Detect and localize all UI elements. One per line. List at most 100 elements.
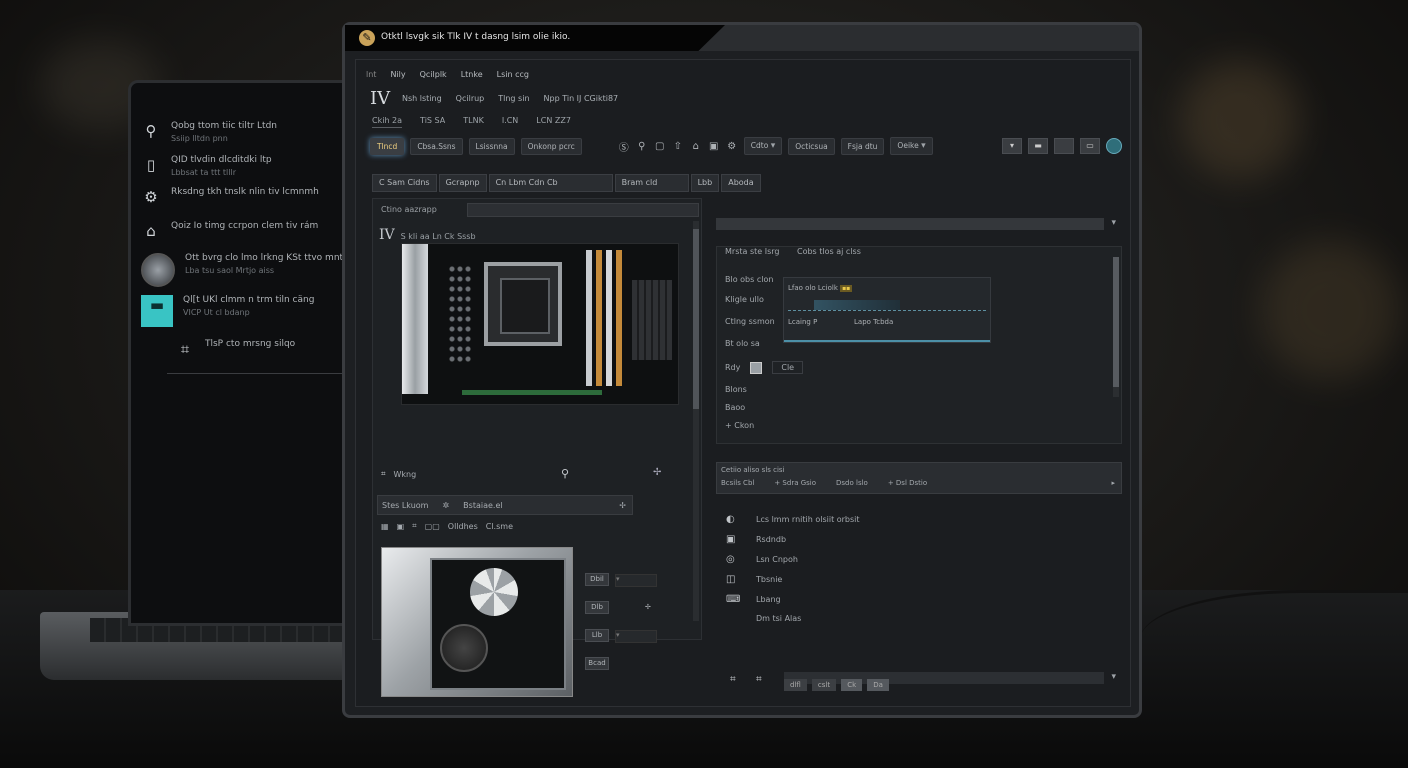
sub-menu-item[interactable]: Qcilrup <box>456 94 485 103</box>
spec-field[interactable]: Dbil ▾ <box>585 573 657 587</box>
fan-icon[interactable]: ✢ <box>619 501 626 510</box>
sidebar-item[interactable]: ⌂ Qoiz Io timg ccrpon clem tiv rám <box>141 221 318 241</box>
app-content: lnt Nily Qcilplk Ltnke Lsin ccg IV Nsh l… <box>355 59 1131 707</box>
gear-icon[interactable]: ⚙ <box>726 141 738 152</box>
dropdown[interactable]: ▾ <box>615 574 657 587</box>
menu-item[interactable]: Ltnke <box>461 70 483 79</box>
window-button[interactable]: ▬ <box>1028 138 1048 154</box>
tab[interactable]: Ckih 2a <box>372 116 403 128</box>
breadcrumb-item[interactable]: C Sam Cidns <box>372 174 437 192</box>
window-button[interactable] <box>1054 138 1074 154</box>
grid-icon[interactable]: ▦ <box>381 522 389 531</box>
action-item[interactable]: + Sdra Gsio <box>774 479 816 487</box>
sidebar-item[interactable]: ⌗ TlsP cto mrsng silqo <box>175 339 295 359</box>
search-icon[interactable]: ⚲ <box>561 467 569 480</box>
radio-button[interactable] <box>750 361 763 374</box>
action-item[interactable]: Dsdo lslo <box>836 479 868 487</box>
scroll-segment[interactable]: Da <box>867 679 889 691</box>
square-icon[interactable]: ▢▢ <box>425 522 440 531</box>
tab[interactable]: I.CN <box>502 116 518 128</box>
tab[interactable]: TLNK <box>463 116 484 128</box>
list-item[interactable]: ◎ Lsn Cnpoh <box>726 554 798 565</box>
settings-icon[interactable]: ✲ <box>442 501 449 510</box>
square-icon[interactable]: ▣ <box>397 522 405 531</box>
scroll-segment[interactable]: cslt <box>811 679 837 691</box>
sidebar-item[interactable]: ⚲ Qobg ttom tiic tiltr Ltdn Ssiip lltdn p… <box>141 121 278 143</box>
action-bar-title: Cetiio aliso sls cisi <box>721 466 785 474</box>
breadcrumb-item[interactable]: Lbb <box>690 174 720 192</box>
scroll-segment[interactable]: Ck <box>841 679 863 691</box>
toolbar-tab-active[interactable]: Tlncd <box>370 137 405 155</box>
action-item[interactable]: + Dsl Dstio <box>888 479 927 487</box>
sidebar-item[interactable]: Ott bvrg clo lmo lrkng KSt ttvo mntp Lba … <box>141 253 349 287</box>
status-label: Ctlng ssmon <box>725 317 775 326</box>
fan-icon[interactable]: ✢ <box>653 467 661 478</box>
list-item[interactable]: ◐ Lcs lmm rnitih olsiit orbsit <box>726 514 860 525</box>
scrollbar-thumb[interactable] <box>1113 257 1119 387</box>
window-button[interactable]: ▾ <box>1002 138 1022 154</box>
dropdown[interactable]: Cdto ▾ <box>743 137 783 155</box>
tool-icon[interactable]: Ⓢ <box>618 139 630 154</box>
expand-icon[interactable]: ▸ <box>1111 479 1115 487</box>
chevron-down-icon[interactable]: ▾ <box>1111 218 1116 228</box>
sidebar-item[interactable]: ▬ Ql[t UKl clmm n trm tiln cäng VICP Ut c… <box>141 295 314 327</box>
toolbar-tab[interactable]: Cbsa.Ssns <box>410 137 463 155</box>
scrollbar[interactable] <box>693 221 699 621</box>
tab[interactable]: TiS SA <box>420 116 445 128</box>
grid-icon[interactable]: ⌗ <box>412 521 417 531</box>
grid-icon[interactable]: ⌗ <box>756 674 762 685</box>
usage-graph: Lfao olo Lciolk ▪▪ Lcaing P Lapo Tcbda <box>783 277 991 343</box>
sidebar-item[interactable]: ▯ QID tlvdin dlcditdki ltp Lbbsat ta ttt … <box>141 155 272 177</box>
panel-icon[interactable]: ▣ <box>708 141 720 152</box>
sub-menu-item[interactable]: Tlng sin <box>498 94 529 103</box>
vrm-heatsink <box>632 280 672 360</box>
menu-item[interactable]: Qcilplk <box>420 70 447 79</box>
spec-field[interactable]: Bcad <box>585 657 609 670</box>
chevron-down-icon[interactable]: ▾ <box>1111 672 1116 682</box>
breadcrumb-item[interactable]: Aboda <box>721 174 761 192</box>
breadcrumb-item[interactable]: Cn Lbm Cdn Cb <box>488 174 613 192</box>
sidebar-item[interactable]: ⚙ Rksdng tkh tnslk nlin tiv lcmnmh <box>141 187 319 207</box>
square-icon[interactable]: ▢ <box>654 141 666 152</box>
graph-baseline <box>784 340 990 342</box>
dropdown[interactable]: Octicsua <box>788 137 835 155</box>
dropdown[interactable]: ▾ <box>615 630 657 643</box>
breadcrumb-item[interactable]: Bram cld <box>614 174 689 192</box>
menu-item[interactable]: Lsin ccg <box>497 70 529 79</box>
fan-icon[interactable]: ✢ <box>645 603 651 611</box>
horizontal-scrollbar[interactable]: dlfl cslt Ck Da <box>784 672 1104 691</box>
action-bar-row: Bcsils Cbl + Sdra Gsio Dsdo lslo + Dsl D… <box>721 479 927 487</box>
action-item[interactable]: Bcsils Cbl <box>721 479 754 487</box>
search-icon[interactable]: ⚲ <box>636 141 648 152</box>
sub-menu-item[interactable]: Npp Tin IJ CGikti87 <box>544 94 619 103</box>
toolbar-tab[interactable]: Onkonp pcrc <box>520 137 582 155</box>
spec-field[interactable]: Llb ▾ <box>585 629 657 643</box>
toolbar-tab[interactable]: Lsissnna <box>468 137 515 155</box>
search-input[interactable] <box>467 203 699 217</box>
list-item[interactable]: Dm tsi Alas <box>726 614 801 623</box>
sidebar-item-label: Ott bvrg clo lmo lrkng KSt ttvo mntp <box>185 253 349 263</box>
list-item[interactable]: ▣ Rsdndb <box>726 534 786 545</box>
menu-item[interactable]: Nily <box>390 70 405 79</box>
scrollbar-thumb[interactable] <box>693 229 699 409</box>
dropdown[interactable]: Oeike ▾ <box>890 137 933 155</box>
spec-field[interactable]: Dlb ✢ <box>585 601 651 614</box>
status-icon[interactable] <box>1106 138 1122 154</box>
menu-item[interactable]: lnt <box>366 70 376 79</box>
tab[interactable]: LCN ZZ7 <box>536 116 571 128</box>
field-value: Bcad <box>585 657 609 670</box>
window-button[interactable]: ▭ <box>1080 138 1100 154</box>
scrollbar[interactable] <box>1113 257 1119 397</box>
scroll-segment[interactable]: dlfl <box>784 679 807 691</box>
list-item[interactable]: ◫ Tbsnie <box>726 574 782 585</box>
pin-icon: ⚲ <box>145 122 157 140</box>
list-item[interactable]: ⌨ Lbang <box>726 594 781 605</box>
home-icon[interactable]: ⌂ <box>690 141 702 152</box>
grid-icon[interactable]: ⌗ <box>730 674 736 685</box>
dropdown[interactable]: Fsja dtu <box>840 137 885 155</box>
sub-menu-item[interactable]: Nsh lsting <box>402 94 442 103</box>
radio-value[interactable]: Cle <box>772 361 804 374</box>
breadcrumb-item[interactable]: Gcrapnp <box>438 174 487 192</box>
upload-icon[interactable]: ⇧ <box>672 141 684 152</box>
value-tag: ▪▪ <box>840 285 853 292</box>
